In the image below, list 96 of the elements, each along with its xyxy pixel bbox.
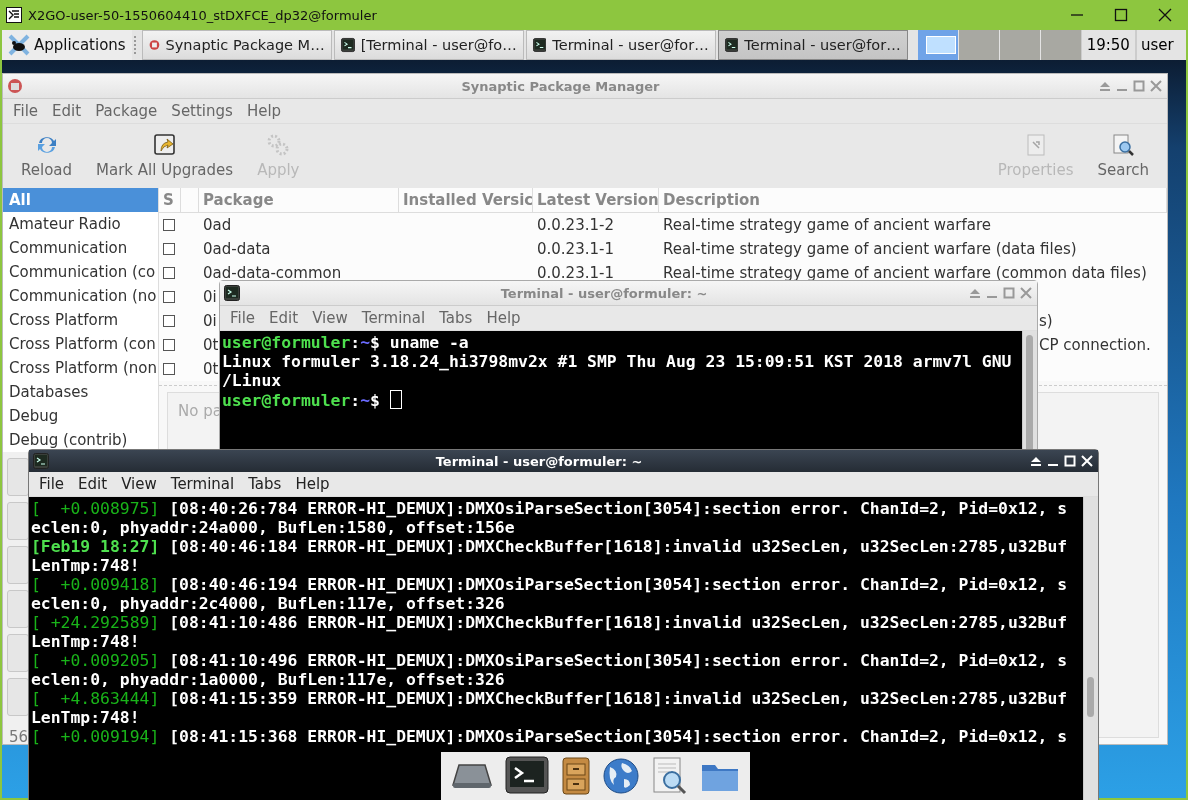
menu-item[interactable]: Tabs bbox=[242, 475, 288, 493]
taskbar-button[interactable]: Terminal - user@for… bbox=[717, 30, 908, 60]
window-title: Terminal - user@formuler: ~ bbox=[434, 453, 644, 469]
search-icon[interactable] bbox=[652, 756, 689, 796]
upgrade-icon bbox=[152, 133, 177, 157]
menu-item[interactable]: Help bbox=[240, 102, 288, 120]
shade-icon[interactable] bbox=[1029, 454, 1043, 468]
table-cell: 0i bbox=[203, 288, 217, 306]
table-cell: 0ad-data-common bbox=[203, 264, 342, 282]
globe-icon[interactable] bbox=[602, 757, 641, 795]
filter-button[interactable] bbox=[7, 678, 29, 716]
menu-item[interactable]: Terminal bbox=[355, 309, 432, 327]
table-cell: 0i bbox=[203, 312, 217, 330]
terminal-line: eclen:0, phyaddr:24a000, BufLen:1580, offset:156e bbox=[31, 518, 515, 537]
scrollbar[interactable] bbox=[1083, 497, 1098, 800]
terminal-line: user@formuler:~$ uname -a bbox=[222, 333, 469, 352]
terminal-icon bbox=[340, 37, 355, 53]
terminal-icon bbox=[724, 37, 739, 53]
table-cell: 0ad bbox=[203, 216, 232, 234]
checkbox[interactable] bbox=[163, 219, 175, 231]
terminal-line: [Feb19 18:27] [08:40:46:184 ERROR-HI_DEMUX]:DMXCheckBuffer[1618]:invalid u32SecLen, u32SecLen:2785,u32Buf bbox=[31, 537, 1068, 556]
menu-item[interactable]: File bbox=[33, 475, 71, 493]
toolbar-button[interactable]: Search bbox=[1085, 133, 1161, 179]
terminal-line: [ +0.009194] [08:41:15:368 ERROR-HI_DEMUX]:DMXOsiParseSection[3054]:section error. ChanId=2, Pid=0x12, s bbox=[31, 727, 1068, 746]
terminal-line: [ +0.009418] [08:40:46:194 ERROR-HI_DEMUX]:DMXOsiParseSection[3054]:section error. ChanId=2, Pid=0x12, s bbox=[31, 575, 1068, 594]
checkbox[interactable] bbox=[163, 291, 175, 303]
toolbar-button[interactable]: Mark All Upgrades bbox=[84, 133, 246, 179]
window-title: Synaptic Package Manager bbox=[460, 78, 661, 94]
terminal-icon[interactable] bbox=[504, 756, 549, 796]
menu-item[interactable]: Settings bbox=[165, 102, 239, 120]
status-text: 56 bbox=[9, 728, 29, 746]
maximize-icon[interactable] bbox=[1114, 8, 1128, 22]
checkbox[interactable] bbox=[163, 267, 175, 279]
terminal-icon bbox=[33, 453, 49, 469]
terminal-line: [ +0.009205] [08:41:10:496 ERROR-HI_DEMUX]:DMXOsiParseSection[3054]:section error. ChanId=2, Pid=0x12, s bbox=[31, 651, 1068, 670]
drive-icon[interactable] bbox=[450, 761, 493, 791]
menu-item[interactable]: File bbox=[7, 102, 45, 120]
checkbox[interactable] bbox=[163, 243, 175, 255]
terminal-line: [ +0.008975] [08:40:26:784 ERROR-HI_DEMUX]:DMXOsiParseSection[3054]:section error. ChanId=2, Pid=0x12, s bbox=[31, 499, 1068, 518]
table-cell: 0ad-data bbox=[203, 240, 271, 258]
filter-button[interactable] bbox=[7, 502, 29, 540]
menu-item[interactable]: Package bbox=[89, 102, 164, 120]
package-icon bbox=[7, 78, 23, 94]
filter-button[interactable] bbox=[7, 458, 29, 496]
menu-item[interactable]: Help bbox=[289, 475, 336, 493]
menu-item[interactable]: Edit bbox=[263, 309, 305, 327]
menu-item[interactable]: File bbox=[224, 309, 262, 327]
menu-item[interactable]: Edit bbox=[72, 475, 114, 493]
close-icon[interactable] bbox=[1158, 8, 1172, 22]
table-cell: 0t bbox=[203, 360, 219, 378]
window-title: X2GO-user-50-1550604410_stDXFCE_dp32@formuler bbox=[28, 7, 378, 23]
menu-item[interactable]: View bbox=[115, 475, 163, 493]
search-icon bbox=[1111, 133, 1136, 157]
x2go-icon bbox=[6, 7, 22, 23]
table-cell: Real-time strategy game of ancient warfare (common data files) bbox=[663, 264, 1147, 282]
table-cell: 0.0.23.1-1 bbox=[537, 264, 614, 282]
window-title: Terminal - user@formuler: ~ bbox=[499, 285, 709, 301]
terminal-line: eclen:0, phyaddr:1a0000, BufLen:117e, offset:326 bbox=[31, 670, 505, 689]
terminal-icon bbox=[224, 285, 240, 301]
menu-item[interactable]: Tabs bbox=[433, 309, 479, 327]
taskbar-button[interactable]: Terminal - user@for… bbox=[525, 30, 716, 60]
table-cell: 0.0.23.1-2 bbox=[537, 216, 614, 234]
filter-button[interactable] bbox=[7, 634, 29, 672]
table-cell: s) bbox=[1039, 312, 1053, 330]
menu-item[interactable]: View bbox=[306, 309, 354, 327]
table-cell: CP connection. bbox=[1039, 336, 1151, 354]
terminal-line: [ +4.863444] [08:41:15:359 ERROR-HI_DEMUX]:DMXCheckBuffer[1618]:invalid u32SecLen, u32SecLen:2785,u32Buf bbox=[31, 689, 1068, 708]
mouse-icon bbox=[8, 34, 30, 56]
table-cell: Real-time strategy game of ancient warfare (data files) bbox=[663, 240, 1077, 258]
terminal-line: [ +24.292589] [08:41:10:486 ERROR-HI_DEMUX]:DMXCheckBuffer[1618]:invalid u32SecLen, u32SecLen:2785,u32Buf bbox=[31, 613, 1068, 632]
menu-item[interactable]: Help bbox=[480, 309, 527, 327]
taskbar-button[interactable]: Synaptic Package M… bbox=[141, 30, 332, 60]
checkbox[interactable] bbox=[163, 339, 175, 351]
table-cell: Real-time strategy game of ancient warfare bbox=[663, 216, 991, 234]
menu-item[interactable]: Terminal bbox=[164, 475, 241, 493]
menu-item[interactable]: Edit bbox=[46, 102, 88, 120]
filter-button[interactable] bbox=[7, 546, 29, 584]
checkbox[interactable] bbox=[163, 315, 175, 327]
terminal-line: user@formuler:~$ bbox=[222, 390, 402, 410]
terminal-line: LenTmp:748! bbox=[31, 632, 140, 651]
terminal-line: /Linux bbox=[222, 371, 282, 390]
gears-icon bbox=[266, 133, 291, 157]
terminal-icon bbox=[532, 37, 547, 53]
terminal-line: eclen:0, phyaddr:2c4000, BufLen:117e, offset:326 bbox=[31, 594, 505, 613]
terminal-line: LenTmp:748! bbox=[31, 708, 140, 727]
checkbox[interactable] bbox=[163, 363, 175, 375]
table-cell: 0.0.23.1-1 bbox=[537, 240, 614, 258]
cabinet-icon[interactable] bbox=[560, 756, 591, 796]
toolbar-button[interactable]: Reload bbox=[9, 133, 85, 179]
table-cell: 0t bbox=[203, 336, 219, 354]
terminal-line: Linux formuler 3.18.24_hi3798mv2x #1 SMP Thu Aug 23 15:09:51 KST 2018 armv7l GNU bbox=[222, 352, 1012, 371]
filter-button[interactable] bbox=[7, 590, 29, 628]
terminal-line: LenTmp:748! bbox=[31, 556, 140, 575]
workspace-button[interactable] bbox=[917, 30, 958, 60]
taskbar-button[interactable]: [Terminal - user@fo… bbox=[333, 30, 524, 60]
applications-menu[interactable]: Applications bbox=[2, 30, 132, 60]
